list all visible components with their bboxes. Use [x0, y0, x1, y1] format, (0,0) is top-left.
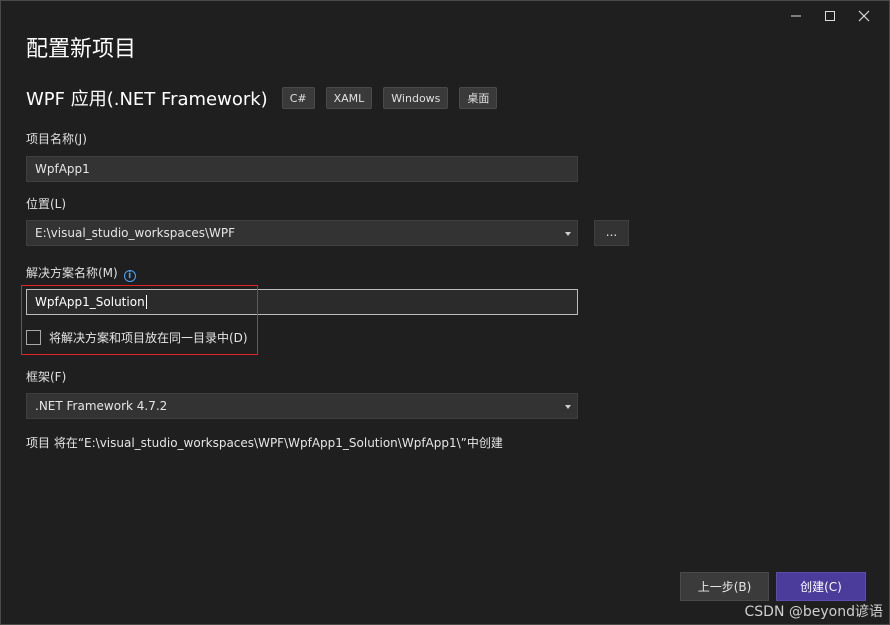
template-name: WPF 应用(.NET Framework): [26, 89, 268, 110]
project-name-input[interactable]: WpfApp1: [26, 156, 578, 182]
framework-combobox[interactable]: .NET Framework 4.7.2: [26, 393, 578, 419]
project-path-info: 项目 将在“E:\visual_studio_workspaces\WPF\Wp…: [26, 436, 503, 450]
tag-language: C#: [281, 87, 315, 109]
tag-markup: XAML: [325, 87, 373, 109]
project-name-label: 项目名称(J): [26, 132, 87, 146]
browse-button[interactable]: ...: [594, 220, 629, 246]
solution-name-label-row: 解决方案名称(M) i: [26, 264, 136, 282]
tag-platform: Windows: [383, 87, 449, 109]
close-icon[interactable]: [847, 5, 881, 27]
annotation-highlight-box: [21, 285, 258, 355]
framework-value: .NET Framework 4.7.2: [35, 399, 168, 413]
chevron-down-icon[interactable]: [565, 405, 571, 409]
framework-label: 框架(F): [26, 370, 67, 384]
minimize-icon[interactable]: [779, 5, 813, 27]
info-icon[interactable]: i: [123, 270, 136, 282]
tag-type: 桌面: [459, 87, 498, 109]
maximize-icon[interactable]: [813, 5, 847, 27]
location-value: E:\visual_studio_workspaces\WPF: [35, 226, 236, 240]
watermark: CSDN @beyond谚语: [744, 604, 883, 620]
project-name-value: WpfApp1: [35, 162, 90, 176]
chevron-down-icon[interactable]: [565, 232, 571, 236]
template-header: WPF 应用(.NET Framework) C# XAML Windows 桌…: [26, 85, 508, 111]
page-title: 配置新项目: [26, 37, 137, 62]
window-controls: [779, 5, 881, 27]
dialog-window: 配置新项目 WPF 应用(.NET Framework) C# XAML Win…: [0, 0, 890, 625]
solution-name-label: 解决方案名称(M): [26, 266, 118, 280]
create-button[interactable]: 创建(C): [776, 572, 866, 601]
location-label: 位置(L): [26, 197, 67, 211]
back-button[interactable]: 上一步(B): [680, 572, 769, 601]
location-combobox[interactable]: E:\visual_studio_workspaces\WPF: [26, 220, 578, 246]
